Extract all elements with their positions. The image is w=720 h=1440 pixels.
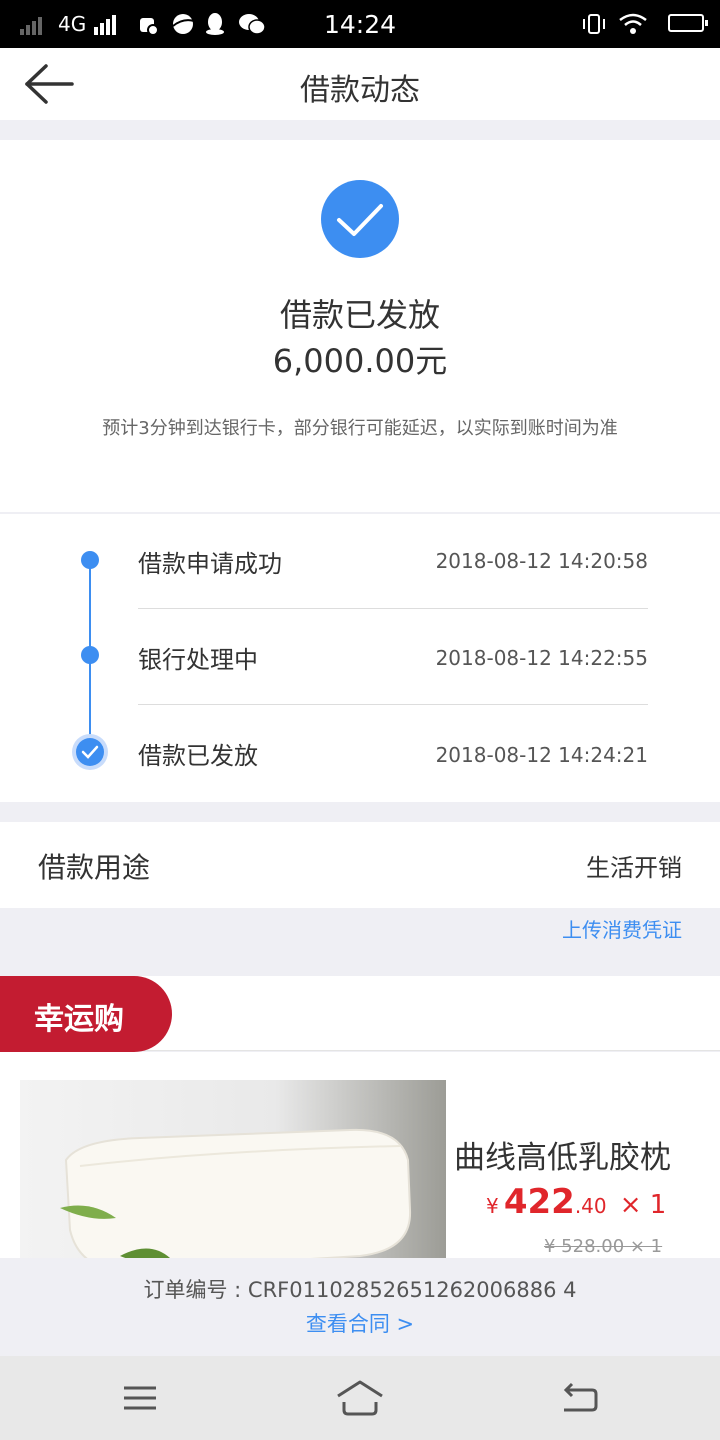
timeline-step-label: 银行处理中 <box>138 646 258 674</box>
timeline-step-label: 借款已发放 <box>138 742 258 770</box>
header: 借款动态 <box>0 48 720 120</box>
timeline-dot <box>81 646 99 664</box>
progress-timeline: 借款申请成功 2018-08-12 14:20:58 银行处理中 2018-08… <box>0 514 720 802</box>
divider <box>138 704 648 705</box>
loan-purpose-label: 借款用途 <box>38 851 151 884</box>
battery-icon <box>668 14 708 32</box>
home-button[interactable] <box>330 1372 390 1424</box>
menu-button[interactable] <box>110 1372 170 1424</box>
timeline-step-label: 借款申请成功 <box>138 550 282 578</box>
loan-purpose-row[interactable]: 借款用途 生活开销 <box>0 822 720 908</box>
product-price: ¥ 422.40 × 1 <box>486 1182 666 1222</box>
arrival-note: 预计3分钟到达银行卡，部分银行可能延迟，以实际到账时间为准 <box>102 418 618 439</box>
price-integer: 422 <box>503 1182 575 1222</box>
timeline-dot <box>81 551 99 569</box>
product-quantity: × 1 <box>619 1190 667 1220</box>
status-title: 借款已发放 <box>279 296 440 334</box>
product-card[interactable]: 曲线高低乳胶枕 ¥ 422.40 × 1 ¥ 528.00 × 1 <box>0 1052 720 1258</box>
timeline-step-time: 2018-08-12 14:24:21 <box>435 743 648 767</box>
lucky-buy-badge-label: 幸运购 <box>34 1002 124 1037</box>
view-contract-link[interactable]: 查看合同 > <box>0 1308 720 1338</box>
order-footer: 订单编号 : CRF01102852651262006886 4 查看合同 > <box>0 1258 720 1356</box>
status-bar: 4G 14:24 <box>0 0 720 48</box>
product-image[interactable] <box>20 1080 446 1258</box>
wifi-icon <box>619 13 647 34</box>
loan-amount: 6,000.00元 <box>272 342 448 380</box>
timeline-check-icon <box>72 734 108 770</box>
page-title: 借款动态 <box>300 73 420 108</box>
vibrate-icon <box>583 14 605 34</box>
product-name: 曲线高低乳胶枕 <box>454 1140 671 1176</box>
lucky-buy-header: 幸运购 <box>0 976 720 1052</box>
lucky-buy-badge: 幸运购 <box>0 976 172 1052</box>
return-icon <box>563 1382 598 1412</box>
upload-receipt-link[interactable]: 上传消费凭证 <box>562 914 682 943</box>
divider <box>138 608 648 609</box>
menu-icon <box>124 1386 156 1410</box>
back-nav-button[interactable] <box>550 1372 610 1424</box>
price-decimal: .40 <box>574 1194 607 1218</box>
clock: 14:24 <box>323 10 397 39</box>
status-card: 借款已发放 6,000.00元 预计3分钟到达银行卡，部分银行可能延迟，以实际到… <box>0 140 720 512</box>
timeline-step-time: 2018-08-12 14:20:58 <box>435 549 648 573</box>
loan-purpose-value: 生活开销 <box>586 854 682 882</box>
price-currency: ¥ <box>486 1194 499 1218</box>
home-icon <box>337 1380 383 1416</box>
pillow-illustration <box>60 1128 412 1258</box>
system-nav-bar <box>0 1356 720 1440</box>
original-price: ¥ 528.00 × 1 <box>544 1236 663 1257</box>
order-number: 订单编号 : CRF01102852651262006886 4 <box>143 1278 577 1302</box>
timeline-step-time: 2018-08-12 14:22:55 <box>435 646 648 670</box>
check-circle-icon <box>321 180 399 258</box>
